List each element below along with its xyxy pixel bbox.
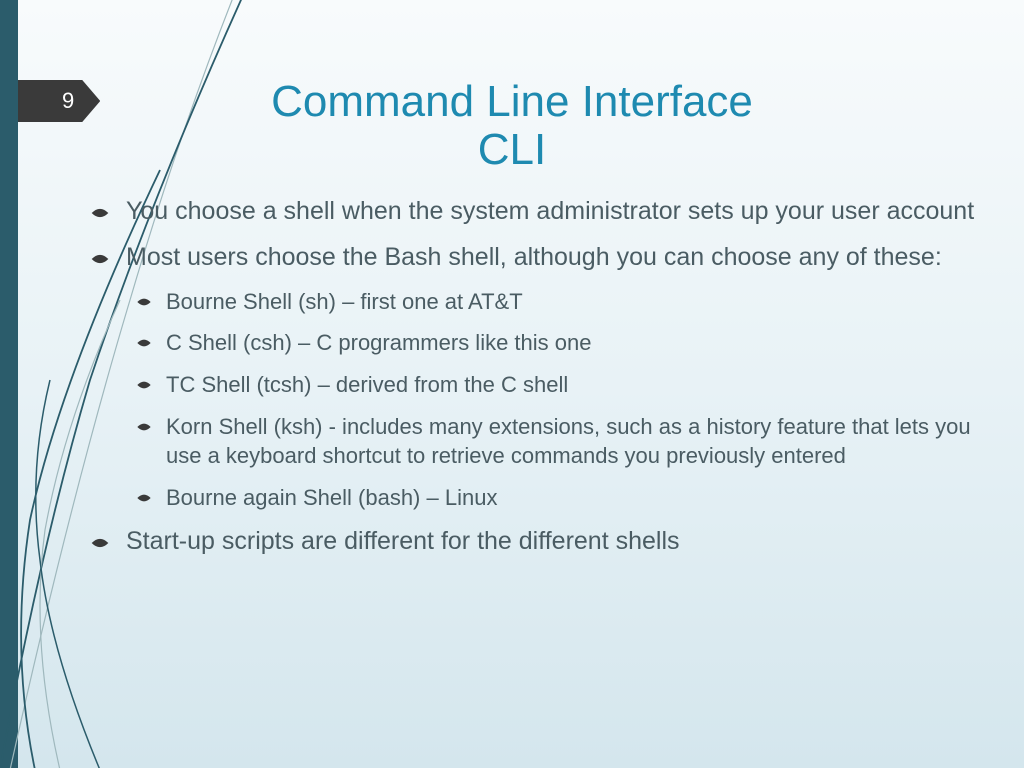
sub-bullet-item: TC Shell (tcsh) – derived from the C she… xyxy=(136,370,979,400)
bullet-text: Korn Shell (ksh) - includes many extensi… xyxy=(166,412,979,471)
sub-bullet-item: Bourne Shell (sh) – first one at AT&T xyxy=(136,287,979,317)
sub-bullet-item: Bourne again Shell (bash) – Linux xyxy=(136,483,979,513)
slide-content: You choose a shell when the system admin… xyxy=(90,195,979,570)
bullet-text: Most users choose the Bash shell, althou… xyxy=(126,241,979,275)
leaf-bullet-icon xyxy=(136,419,152,435)
leaf-bullet-icon xyxy=(136,335,152,351)
bullet-text: C Shell (csh) – C programmers like this … xyxy=(166,328,979,358)
bullet-text: Bourne again Shell (bash) – Linux xyxy=(166,483,979,513)
bullet-text: Bourne Shell (sh) – first one at AT&T xyxy=(166,287,979,317)
bullet-item: Start-up scripts are different for the d… xyxy=(90,525,979,559)
leaf-bullet-icon xyxy=(136,377,152,393)
leaf-bullet-icon xyxy=(90,203,110,223)
leaf-bullet-icon xyxy=(90,249,110,269)
bullet-item: You choose a shell when the system admin… xyxy=(90,195,979,229)
bullet-text: You choose a shell when the system admin… xyxy=(126,195,979,229)
sub-bullet-item: C Shell (csh) – C programmers like this … xyxy=(136,328,979,358)
leaf-bullet-icon xyxy=(136,490,152,506)
bullet-text: TC Shell (tcsh) – derived from the C she… xyxy=(166,370,979,400)
title-line-1: Command Line Interface xyxy=(271,77,753,126)
title-line-2: CLI xyxy=(478,125,546,174)
sub-bullet-item: Korn Shell (ksh) - includes many extensi… xyxy=(136,412,979,471)
leaf-bullet-icon xyxy=(90,533,110,553)
leaf-bullet-icon xyxy=(136,294,152,310)
bullet-text: Start-up scripts are different for the d… xyxy=(126,525,979,559)
bullet-item: Most users choose the Bash shell, althou… xyxy=(90,241,979,275)
slide-title: Command Line Interface CLI xyxy=(0,78,1024,175)
